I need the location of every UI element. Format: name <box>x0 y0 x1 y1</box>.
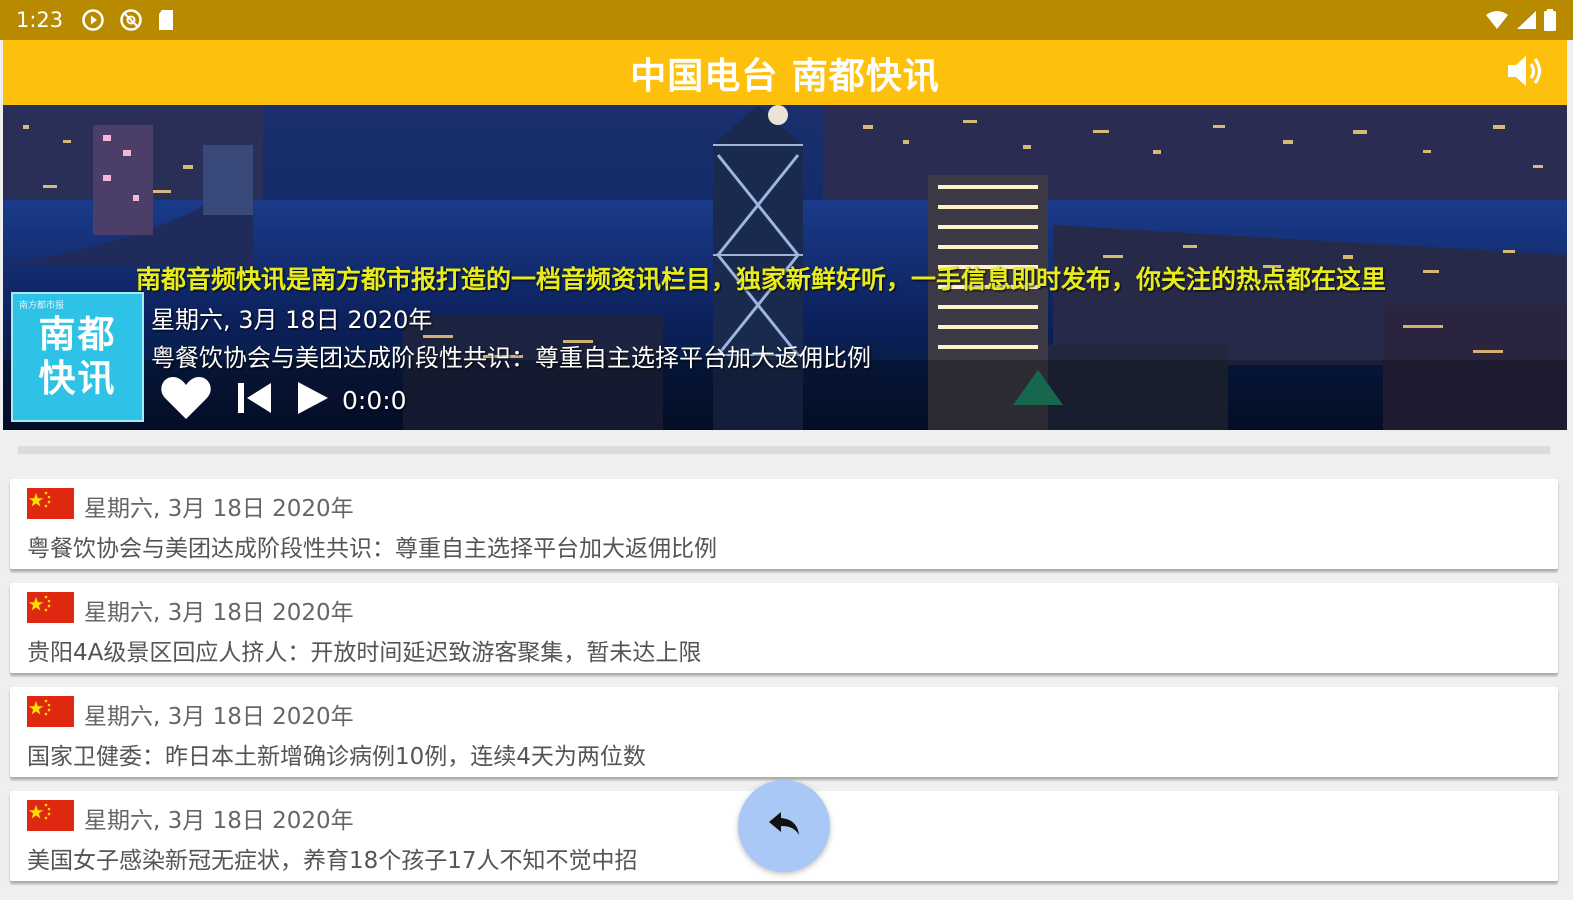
volume-icon <box>1505 52 1543 94</box>
vpn-icon <box>119 8 143 32</box>
heart-icon <box>160 375 212 425</box>
sd-card-icon <box>157 9 175 31</box>
news-date: 星期六, 3月 18日 2020年 <box>84 496 354 522</box>
now-playing-headline: 粤餐饮协会与美团达成阶段性共识：尊重自主选择平台加大返佣比例 <box>151 344 871 372</box>
logo-line-1: 南都 <box>38 313 117 356</box>
logo-small-text: 南方都市报 <box>19 301 65 311</box>
china-flag-icon <box>27 696 74 727</box>
china-flag-icon <box>27 592 74 623</box>
reply-back-icon <box>767 810 801 842</box>
logo-line-2: 快讯 <box>38 357 117 400</box>
china-flag-icon <box>27 488 74 519</box>
skip-previous-button[interactable] <box>232 375 276 425</box>
player-controls: 0:0:0 <box>158 375 407 425</box>
station-logo: 南方都市报 南都 快讯 <box>11 292 144 422</box>
news-date: 星期六, 3月 18日 2020年 <box>84 704 354 730</box>
battery-icon <box>1543 9 1557 31</box>
news-item[interactable]: 星期六, 3月 18日 2020年 粤餐饮协会与美团达成阶段性共识：尊重自主选择… <box>10 479 1558 569</box>
news-title: 国家卫健委：昨日本土新增确诊病例10例，连续4天为两位数 <box>27 744 646 770</box>
status-time: 1:23 <box>16 8 64 32</box>
news-title: 粤餐饮协会与美团达成阶段性共识：尊重自主选择平台加大返佣比例 <box>27 536 717 562</box>
media-play-icon <box>81 8 105 32</box>
news-date: 星期六, 3月 18日 2020年 <box>84 600 354 626</box>
news-item[interactable]: 星期六, 3月 18日 2020年 国家卫健委：昨日本土新增确诊病例10例，连续… <box>10 687 1558 777</box>
app-title: 中国电台 南都快讯 <box>630 55 940 97</box>
status-right <box>1485 9 1557 31</box>
signal-icon <box>1515 10 1537 30</box>
volume-button[interactable] <box>1503 52 1545 94</box>
back-fab-button[interactable] <box>738 780 830 872</box>
play-icon <box>294 379 330 421</box>
status-bar: 1:23 <box>0 0 1573 40</box>
news-item[interactable]: 星期六, 3月 18日 2020年 贵阳4A级景区回应人挤人：开放时间延迟致游客… <box>10 583 1558 673</box>
news-title: 贵阳4A级景区回应人挤人：开放时间延迟致游客聚集，暂未达上限 <box>27 640 702 666</box>
marquee-description: 南都音频快讯是南方都市报打造的一档音频资讯栏目，独家新鲜好听，一手信息即时发布，… <box>136 265 1387 294</box>
favorite-button[interactable] <box>158 375 214 425</box>
news-title: 美国女子感染新冠无症状，养育18个孩子17人不知不觉中招 <box>27 848 638 874</box>
news-date: 星期六, 3月 18日 2020年 <box>84 808 354 834</box>
china-flag-icon <box>27 800 74 831</box>
playback-time: 0:0:0 <box>342 385 407 415</box>
play-button[interactable] <box>290 375 334 425</box>
status-left: 1:23 <box>16 8 175 32</box>
wifi-icon <box>1485 10 1509 30</box>
now-playing-banner: 南都音频快讯是南方都市报打造的一档音频资讯栏目，独家新鲜好听，一手信息即时发布，… <box>3 105 1567 430</box>
now-playing-date: 星期六, 3月 18日 2020年 <box>151 306 433 334</box>
app-bar: 中国电台 南都快讯 <box>3 40 1567 105</box>
playback-seekbar[interactable] <box>18 446 1550 454</box>
skip-previous-icon <box>235 379 273 421</box>
